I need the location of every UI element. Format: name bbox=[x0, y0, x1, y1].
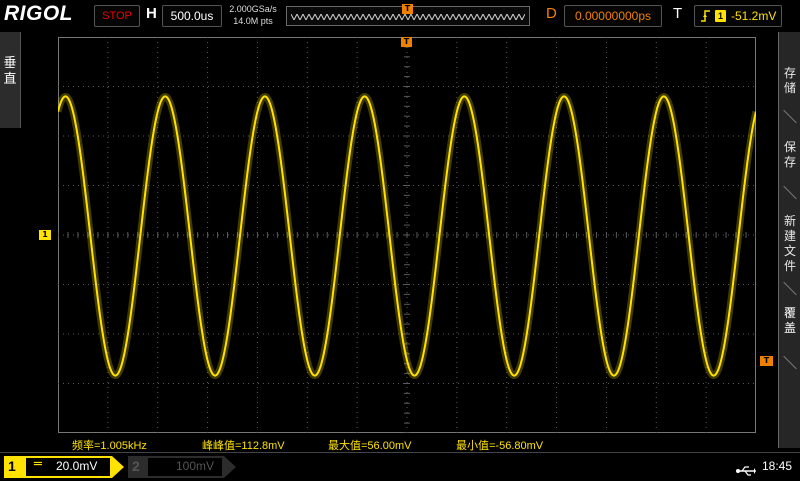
menu-overwrite[interactable]: 覆 盖 bbox=[779, 306, 800, 336]
menu-divider bbox=[783, 355, 797, 370]
vertical-tab-label-1: 垂 bbox=[3, 56, 17, 71]
trigger-delay-value[interactable]: 0.00000000ps bbox=[564, 5, 662, 27]
menu-divider bbox=[783, 185, 797, 200]
trigger-level-marker[interactable]: T bbox=[760, 356, 773, 366]
ch2-info: 100mV bbox=[148, 458, 222, 476]
measure-frequency: 频率=1.005kHz bbox=[72, 440, 147, 452]
right-softkey-menu: 存 储 保 存 新 建 文 件 覆 盖 bbox=[778, 32, 800, 448]
menu-new-file[interactable]: 新 建 文 件 bbox=[779, 214, 800, 274]
delay-label: D bbox=[546, 5, 557, 22]
menu-new-file-char-1: 新 bbox=[783, 214, 796, 228]
sample-info: 2.000GSa/s 14.0M pts bbox=[226, 3, 280, 27]
menu-storage[interactable]: 存 储 bbox=[779, 66, 800, 96]
run-stop-status[interactable]: STOP bbox=[94, 5, 140, 27]
menu-divider bbox=[783, 281, 797, 296]
rising-edge-icon bbox=[700, 6, 712, 32]
ch1-vertical-scale: 20.0mV bbox=[56, 459, 98, 473]
menu-divider bbox=[783, 109, 797, 124]
menu-storage-char-1: 存 bbox=[783, 66, 796, 80]
trigger-level-value: -51.2mV bbox=[731, 9, 777, 23]
vertical-menu-tab[interactable]: 垂 直 bbox=[0, 32, 21, 128]
top-status-bar: RIGOL STOP H 500.0us 2.000GSa/s 14.0M pt… bbox=[0, 0, 800, 30]
trigger-label: T bbox=[673, 5, 683, 22]
ch1-info: ═ 20.0mV bbox=[26, 457, 110, 476]
sample-rate: 2.000GSa/s bbox=[229, 4, 277, 14]
menu-overwrite-char-1: 覆 bbox=[783, 306, 796, 320]
ch2-channel-button[interactable]: 2 100mV bbox=[128, 456, 236, 478]
ch2-number: 2 bbox=[132, 458, 140, 474]
memory-trigger-marker: T bbox=[402, 4, 413, 14]
system-clock: 18:45 bbox=[762, 459, 793, 473]
measure-vpp: 峰峰值=112.8mV bbox=[202, 440, 285, 452]
trigger-time-marker[interactable]: T bbox=[401, 37, 412, 47]
usb-icon bbox=[736, 462, 756, 481]
dc-coupling-icon: ═ bbox=[34, 457, 42, 472]
timebase-value[interactable]: 500.0us bbox=[162, 5, 222, 27]
ch1-offset-marker[interactable]: 1 bbox=[39, 230, 51, 240]
waveform-display-grid bbox=[58, 37, 756, 433]
vertical-tab-label-2: 直 bbox=[3, 72, 17, 87]
trigger-settings[interactable]: 1 -51.2mV bbox=[694, 5, 782, 27]
menu-save[interactable]: 保 存 bbox=[779, 140, 800, 170]
trigger-source-badge: 1 bbox=[715, 10, 726, 22]
ch2-vertical-scale: 100mV bbox=[176, 459, 215, 473]
memory-position-bar[interactable]: T bbox=[286, 4, 530, 26]
measure-vmin: 最小值=-56.80mV bbox=[456, 440, 544, 452]
ch1-number: 1 bbox=[8, 458, 16, 474]
brand-logo: RIGOL bbox=[4, 2, 73, 25]
measure-vmax: 最大值=56.00mV bbox=[328, 440, 412, 452]
ch1-channel-button[interactable]: 1 ═ 20.0mV bbox=[4, 456, 124, 478]
menu-new-file-char-3: 文 bbox=[783, 244, 796, 258]
menu-save-char-2: 存 bbox=[783, 155, 796, 169]
horizontal-label: H bbox=[146, 5, 157, 22]
menu-new-file-char-4: 件 bbox=[783, 259, 796, 273]
menu-new-file-char-2: 建 bbox=[783, 229, 796, 243]
bottom-status-bar: 1 ═ 20.0mV 2 100mV 18:45 bbox=[0, 452, 800, 481]
memory-waveform-preview-icon bbox=[291, 14, 525, 20]
menu-save-char-1: 保 bbox=[783, 140, 796, 154]
memory-depth: 14.0M pts bbox=[233, 16, 273, 26]
menu-overwrite-char-2: 盖 bbox=[783, 321, 796, 335]
menu-storage-char-2: 储 bbox=[783, 81, 796, 95]
